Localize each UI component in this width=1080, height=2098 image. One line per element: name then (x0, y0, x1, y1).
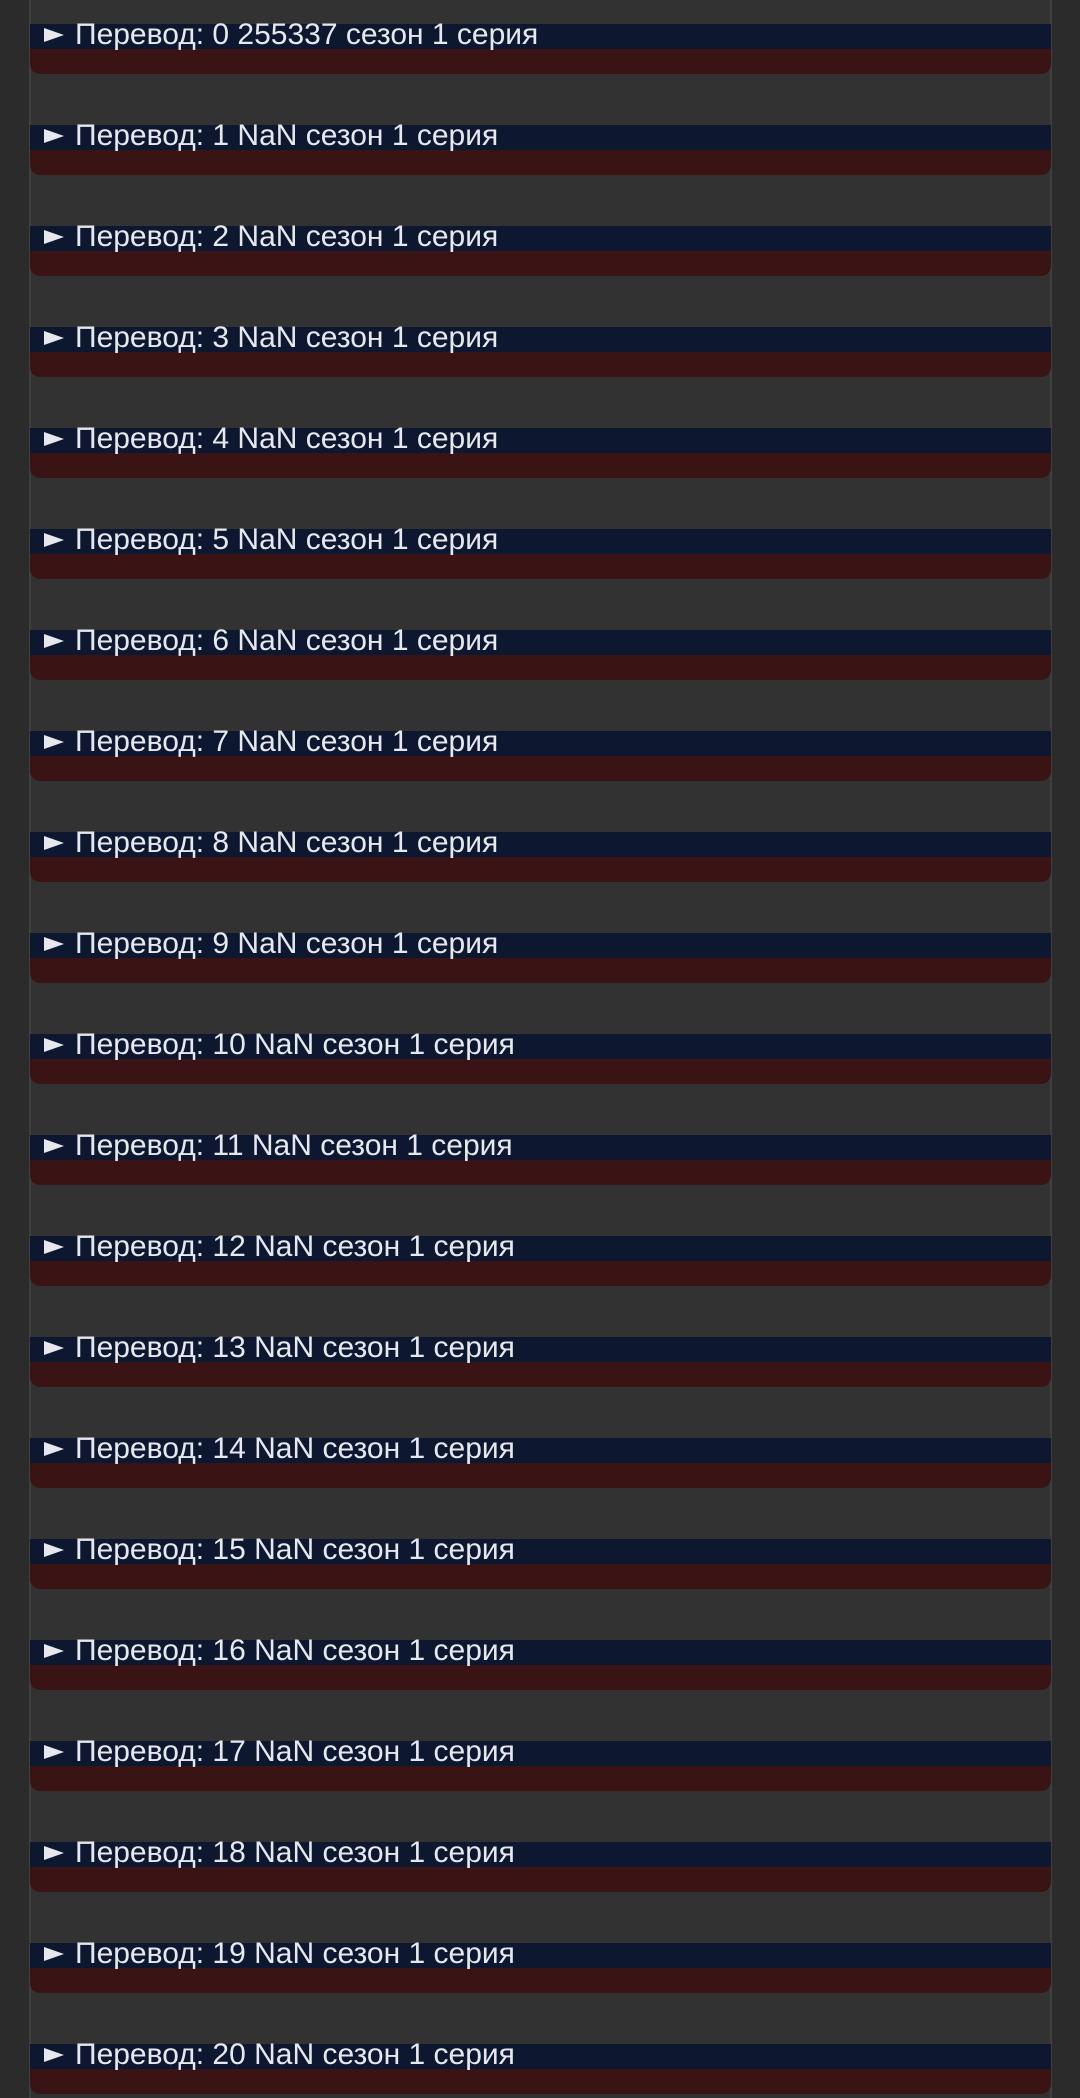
play-arrow-icon (44, 533, 64, 547)
row-content: Перевод: 5 NaN сезон 1 серия (44, 522, 498, 558)
play-arrow-icon (44, 1038, 64, 1052)
episode-row[interactable]: Перевод: 11 NaN сезон 1 серия (30, 1129, 1051, 1185)
play-arrow-icon (44, 331, 64, 345)
play-arrow-icon (44, 1240, 64, 1254)
episode-row[interactable]: Перевод: 19 NaN сезон 1 серия (30, 1937, 1051, 1993)
row-content: Перевод: 1 NaN сезон 1 серия (44, 118, 498, 154)
episode-label: Перевод: 4 NaN сезон 1 серия (75, 422, 499, 455)
episode-row[interactable]: Перевод: 5 NaN сезон 1 серия (30, 523, 1051, 579)
row-content: Перевод: 2 NaN сезон 1 серия (44, 219, 498, 255)
episode-label: Перевод: 19 NaN сезон 1 серия (75, 1937, 515, 1970)
row-content: Перевод: 8 NaN сезон 1 серия (44, 825, 498, 861)
episode-label: Перевод: 18 NaN сезон 1 серия (75, 1836, 515, 1869)
row-content: Перевод: 18 NaN сезон 1 серия (44, 1835, 515, 1871)
row-content: Перевод: 0 255337 сезон 1 серия (44, 17, 538, 53)
episode-label: Перевод: 6 NaN сезон 1 серия (75, 624, 499, 657)
episode-row[interactable]: Перевод: 20 NaN сезон 1 серия (30, 2038, 1051, 2094)
play-arrow-icon (44, 432, 64, 446)
episode-row[interactable]: Перевод: 3 NaN сезон 1 серия (30, 321, 1051, 377)
episode-label: Перевод: 11 NaN сезон 1 серия (75, 1129, 513, 1162)
episode-row[interactable]: Перевод: 6 NaN сезон 1 серия (30, 624, 1051, 680)
episode-label: Перевод: 8 NaN сезон 1 серия (75, 826, 499, 859)
row-content: Перевод: 9 NaN сезон 1 серия (44, 926, 498, 962)
play-arrow-icon (44, 1846, 64, 1860)
row-content: Перевод: 7 NaN сезон 1 серия (44, 724, 498, 760)
episode-label: Перевод: 16 NaN сезон 1 серия (75, 1634, 515, 1667)
episode-label: Перевод: 14 NaN сезон 1 серия (75, 1432, 515, 1465)
episode-label: Перевод: 1 NaN сезон 1 серия (75, 119, 499, 152)
row-content: Перевод: 20 NaN сезон 1 серия (44, 2037, 515, 2073)
row-content: Перевод: 14 NaN сезон 1 серия (44, 1431, 515, 1467)
episode-row[interactable]: Перевод: 4 NaN сезон 1 серия (30, 422, 1051, 478)
episode-label: Перевод: 7 NaN сезон 1 серия (75, 725, 499, 758)
play-arrow-icon (44, 28, 64, 42)
episode-label: Перевод: 0 255337 сезон 1 серия (75, 18, 539, 51)
row-content: Перевод: 4 NaN сезон 1 серия (44, 421, 498, 457)
row-content: Перевод: 15 NaN сезон 1 серия (44, 1532, 515, 1568)
row-content: Перевод: 12 NaN сезон 1 серия (44, 1229, 515, 1265)
row-content: Перевод: 10 NaN сезон 1 серия (44, 1027, 515, 1063)
episode-row[interactable]: Перевод: 15 NaN сезон 1 серия (30, 1533, 1051, 1589)
episode-row[interactable]: Перевод: 2 NaN сезон 1 серия (30, 220, 1051, 276)
episode-row[interactable]: Перевод: 9 NaN сезон 1 серия (30, 927, 1051, 983)
play-arrow-icon (44, 1947, 64, 1961)
episode-row[interactable]: Перевод: 13 NaN сезон 1 серия (30, 1331, 1051, 1387)
row-content: Перевод: 13 NaN сезон 1 серия (44, 1330, 515, 1366)
row-content: Перевод: 11 NaN сезон 1 серия (44, 1128, 513, 1164)
episode-label: Перевод: 5 NaN сезон 1 серия (75, 523, 499, 556)
row-content: Перевод: 3 NaN сезон 1 серия (44, 320, 498, 356)
episode-label: Перевод: 13 NaN сезон 1 серия (75, 1331, 515, 1364)
episode-row[interactable]: Перевод: 0 255337 сезон 1 серия (30, 18, 1051, 74)
episode-label: Перевод: 9 NaN сезон 1 серия (75, 927, 499, 960)
play-arrow-icon (44, 836, 64, 850)
play-arrow-icon (44, 129, 64, 143)
page: Перевод: 0 255337 сезон 1 серия Перевод: … (0, 0, 1080, 2098)
episode-list: Перевод: 0 255337 сезон 1 серия Перевод: … (30, 18, 1051, 2098)
play-arrow-icon (44, 2048, 64, 2062)
episode-row[interactable]: Перевод: 16 NaN сезон 1 серия (30, 1634, 1051, 1690)
play-arrow-icon (44, 1341, 64, 1355)
row-content: Перевод: 17 NaN сезон 1 серия (44, 1734, 515, 1770)
episode-row[interactable]: Перевод: 10 NaN сезон 1 серия (30, 1028, 1051, 1084)
episode-label: Перевод: 12 NaN сезон 1 серия (75, 1230, 515, 1263)
play-arrow-icon (44, 937, 64, 951)
play-arrow-icon (44, 1745, 64, 1759)
episode-label: Перевод: 2 NaN сезон 1 серия (75, 220, 499, 253)
episode-row[interactable]: Перевод: 1 NaN сезон 1 серия (30, 119, 1051, 175)
play-arrow-icon (44, 230, 64, 244)
play-arrow-icon (44, 634, 64, 648)
play-arrow-icon (44, 1442, 64, 1456)
episode-label: Перевод: 20 NaN сезон 1 серия (75, 2038, 515, 2071)
episode-row[interactable]: Перевод: 18 NaN сезон 1 серия (30, 1836, 1051, 1892)
episode-label: Перевод: 10 NaN сезон 1 серия (75, 1028, 515, 1061)
episode-row[interactable]: Перевод: 12 NaN сезон 1 серия (30, 1230, 1051, 1286)
episode-label: Перевод: 15 NaN сезон 1 серия (75, 1533, 515, 1566)
episode-row[interactable]: Перевод: 17 NaN сезон 1 серия (30, 1735, 1051, 1791)
episode-row[interactable]: Перевод: 8 NaN сезон 1 серия (30, 826, 1051, 882)
play-arrow-icon (44, 735, 64, 749)
play-arrow-icon (44, 1644, 64, 1658)
row-content: Перевод: 19 NaN сезон 1 серия (44, 1936, 515, 1972)
play-arrow-icon (44, 1543, 64, 1557)
episode-label: Перевод: 3 NaN сезон 1 серия (75, 321, 499, 354)
episode-row[interactable]: Перевод: 7 NaN сезон 1 серия (30, 725, 1051, 781)
episode-row[interactable]: Перевод: 14 NaN сезон 1 серия (30, 1432, 1051, 1488)
play-arrow-icon (44, 1139, 64, 1153)
row-content: Перевод: 16 NaN сезон 1 серия (44, 1633, 515, 1669)
episode-label: Перевод: 17 NaN сезон 1 серия (75, 1735, 515, 1768)
row-content: Перевод: 6 NaN сезон 1 серия (44, 623, 498, 659)
